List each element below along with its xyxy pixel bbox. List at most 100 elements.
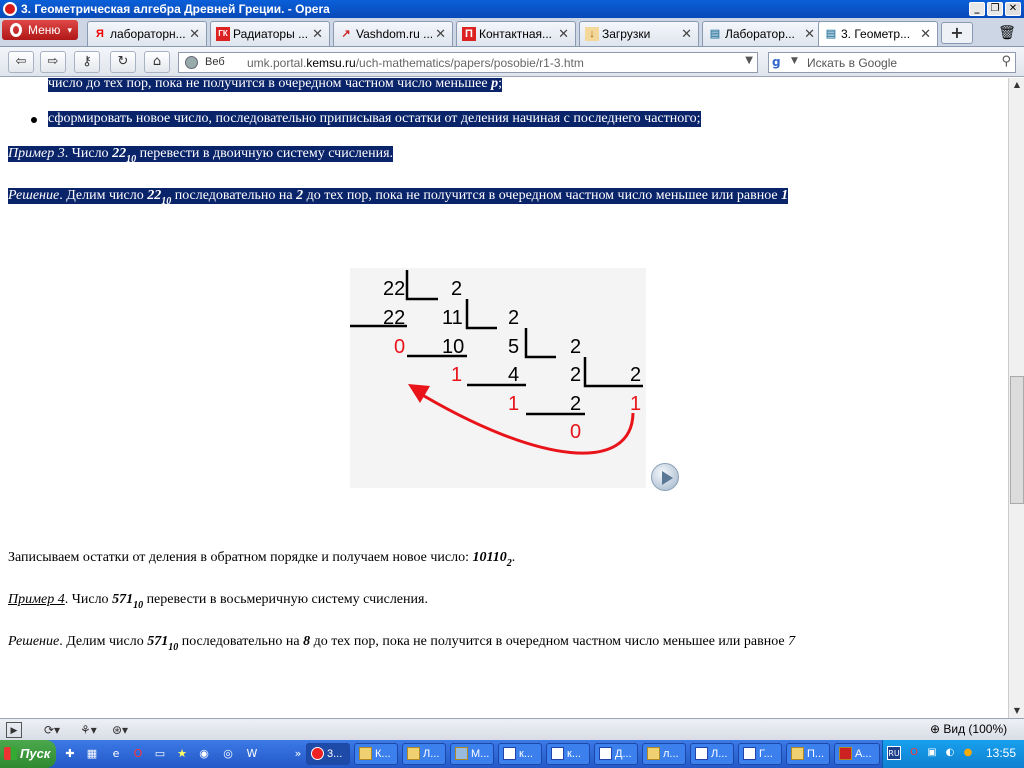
quicklaunch-icon[interactable]: ✚ — [62, 746, 78, 762]
opera-icon — [311, 747, 324, 760]
taskbar-button[interactable]: А... — [834, 743, 880, 765]
tab-geometry-active[interactable]: ▤ 3. Геометр... ✕ — [818, 21, 938, 46]
diagram-number: 11 — [442, 307, 463, 329]
minimize-button[interactable]: _ — [969, 2, 985, 16]
remainder-digit: 1 — [451, 364, 462, 386]
number-base: 10 — [126, 154, 137, 165]
taskbar-label: Л... — [711, 748, 728, 760]
tab-close-icon[interactable]: ✕ — [189, 26, 200, 42]
example-label: Пример 4 — [8, 592, 65, 607]
start-button[interactable]: Пуск — [0, 740, 56, 768]
number-base: 10 — [168, 642, 179, 653]
text-fragment: до тех пор, пока не получится в очередно… — [303, 188, 782, 203]
taskbar-button[interactable]: М... — [450, 743, 494, 765]
opera-quicklaunch-icon[interactable]: O — [130, 746, 146, 762]
search-input[interactable]: Искать в Google — [807, 56, 897, 70]
tray-app-icon[interactable]: ● — [961, 746, 975, 760]
language-indicator[interactable]: RU — [887, 746, 901, 760]
text-fragment: . — [511, 550, 516, 565]
network-icon[interactable]: ▣ — [925, 746, 939, 760]
scrollbar-thumb[interactable] — [1010, 376, 1024, 504]
division-diagram-svg: 22 2 22 11 2 10 5 2 4 2 2 2 0 1 1 0 1 — [350, 270, 643, 455]
close-window-button[interactable]: ✕ — [1005, 2, 1021, 16]
taskbar-label: Г... — [759, 748, 773, 760]
tab-close-icon[interactable]: ✕ — [681, 26, 692, 42]
ie-icon[interactable]: e — [108, 746, 124, 762]
tab-close-icon[interactable]: ✕ — [558, 26, 569, 42]
opera-tray-icon[interactable]: O — [907, 746, 921, 760]
vertical-scrollbar[interactable]: ▲ ▼ — [1008, 78, 1024, 718]
folder-icon — [647, 747, 660, 760]
restore-button[interactable]: ❐ — [987, 2, 1003, 16]
tab-yandex[interactable]: Я лабораторн... ✕ — [87, 21, 207, 46]
page-icon: ▤ — [709, 28, 721, 40]
search-box[interactable]: g ▼ Искать в Google ⚲ — [768, 52, 1016, 73]
url-text[interactable]: umk.portal.kemsu.ru/uch-mathematics/pape… — [247, 56, 584, 70]
media-icon[interactable]: ◉ — [196, 746, 212, 762]
tab-downloads[interactable]: ↓ Загрузки ✕ — [579, 21, 699, 46]
tab-vashdom[interactable]: ↗ Vashdom.ru ... ✕ — [333, 21, 453, 46]
turbo-icon[interactable]: ⊛▾ — [112, 722, 128, 738]
app-icon[interactable]: ◎ — [220, 746, 236, 762]
tab-close-icon[interactable]: ✕ — [312, 26, 323, 42]
tab-laboratory[interactable]: ▤ Лаборатор... ✕ — [702, 21, 822, 46]
tab-close-icon[interactable]: ✕ — [435, 26, 446, 42]
star-icon[interactable]: ★ — [174, 746, 190, 762]
taskbar-button[interactable]: П... — [786, 743, 830, 765]
forward-button[interactable]: ⇨ — [40, 51, 66, 73]
taskbar-button[interactable]: к... — [546, 743, 590, 765]
google-icon[interactable]: g — [772, 55, 788, 70]
address-bar[interactable]: Веб umk.portal.kemsu.ru/uch-mathematics/… — [178, 52, 758, 73]
scroll-down-icon[interactable]: ▼ — [1010, 704, 1024, 718]
volume-icon[interactable]: ◐ — [943, 746, 957, 760]
text-fragment: последовательно на — [171, 188, 297, 203]
tab-radiators[interactable]: ГК Радиаторы ... ✕ — [210, 21, 330, 46]
more-icon[interactable]: » — [290, 746, 306, 762]
arrow-curve — [413, 388, 635, 455]
back-button[interactable]: ⇦ — [8, 51, 34, 73]
taskbar-button[interactable]: л... — [642, 743, 686, 765]
tab-contact[interactable]: П Контактная... ✕ — [456, 21, 576, 46]
zoom-icon: ⊕ — [930, 722, 944, 736]
tab-label: Загрузки — [602, 27, 651, 41]
play-button[interactable] — [651, 463, 679, 491]
word-icon[interactable]: W — [244, 746, 260, 762]
tab-close-icon[interactable]: ✕ — [804, 26, 815, 42]
p-site-icon: П — [462, 27, 476, 41]
search-icon[interactable]: ⚲ — [1001, 54, 1011, 69]
address-dropdown-icon[interactable]: ▼ — [745, 55, 753, 66]
diagram-number: 2 — [570, 336, 581, 358]
page-icon: ▤ — [825, 28, 837, 40]
trash-icon[interactable]: 🗑 — [996, 22, 1018, 44]
diagram-number: 2 — [570, 393, 581, 415]
zoom-control[interactable]: ⊕ Вид (100%) — [930, 722, 1007, 736]
taskbar-button[interactable]: к... — [498, 743, 542, 765]
web-label: Веб — [205, 56, 225, 68]
taskbar-button[interactable]: Д... — [594, 743, 638, 765]
taskbar-button[interactable]: Л... — [690, 743, 734, 765]
taskbar-button-opera[interactable]: 3... — [306, 743, 350, 765]
sync-icon[interactable]: ⟳▾ — [44, 722, 60, 738]
unite-icon[interactable]: ⚘▾ — [80, 722, 97, 738]
reload-button[interactable]: ↻ — [110, 51, 136, 73]
opera-menu-button[interactable]: Меню ▾ — [2, 20, 78, 40]
app-icon — [455, 747, 468, 760]
text-fragment: . Число — [64, 592, 113, 607]
quicklaunch-icon[interactable]: ▦ — [84, 746, 100, 762]
wand-keys-button[interactable]: ⚷ — [74, 51, 100, 73]
downloads-icon: ↓ — [585, 27, 599, 41]
folder-icon[interactable]: ▭ — [152, 746, 168, 762]
taskbar-button[interactable]: Л... — [402, 743, 446, 765]
taskbar-button[interactable]: К... — [354, 743, 398, 765]
home-button[interactable]: ⌂ — [144, 51, 170, 73]
diagram-number: 2 — [630, 364, 641, 386]
new-tab-button[interactable]: + — [941, 22, 973, 44]
globe-icon — [185, 56, 198, 69]
tab-close-icon[interactable]: ✕ — [920, 26, 931, 42]
taskbar-button[interactable]: Г... — [738, 743, 782, 765]
search-engine-dropdown-icon[interactable]: ▼ — [791, 56, 798, 66]
panel-toggle-icon[interactable]: ▶ — [6, 722, 22, 738]
web-badge[interactable]: Веб — [181, 55, 239, 70]
text-fragment: . Число — [64, 146, 113, 161]
scroll-up-icon[interactable]: ▲ — [1010, 78, 1024, 92]
